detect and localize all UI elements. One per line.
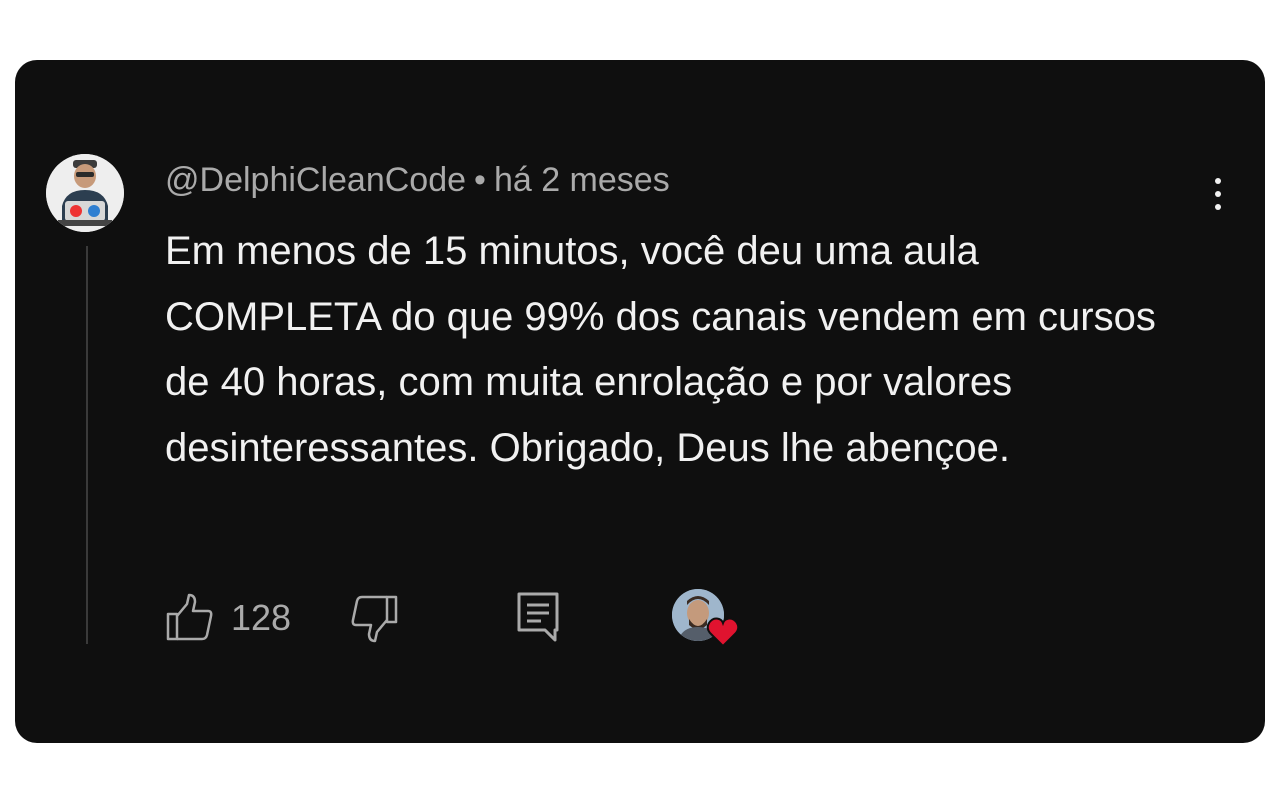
thread-line (86, 246, 88, 644)
author-avatar[interactable] (46, 154, 124, 232)
comment-time[interactable]: há 2 meses (494, 161, 670, 199)
dislike-button[interactable] (349, 594, 399, 644)
heart-icon (706, 617, 740, 648)
comment-actions: 128 (0, 588, 1280, 648)
thumb-down-icon (351, 595, 398, 643)
comment-text: Em menos de 15 minutos, você deu uma aul… (165, 229, 1156, 470)
creator-heart-badge[interactable] (672, 588, 742, 650)
like-count: 128 (231, 597, 292, 638)
author-name[interactable]: @DelphiCleanCode (165, 161, 466, 199)
more-options-button[interactable] (1196, 170, 1240, 218)
thumb-up-icon (166, 593, 213, 641)
reply-comment-icon (517, 592, 559, 642)
avatar-illustration (46, 154, 124, 232)
reply-button[interactable] (515, 590, 561, 644)
more-vert-icon (1215, 178, 1221, 184)
like-button[interactable] (165, 592, 215, 642)
separator-dot: • (474, 161, 486, 199)
comment-header: @DelphiCleanCode • há 2 meses (165, 158, 670, 202)
